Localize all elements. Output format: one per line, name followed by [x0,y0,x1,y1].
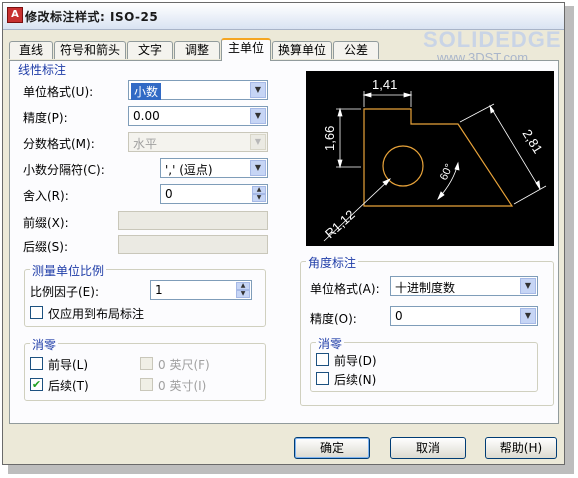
leading-zero-checkbox[interactable] [30,357,43,370]
dim-top-text: 1,41 [372,77,397,92]
trailing-zero-label: 后续(T) [48,379,89,393]
part-outline [363,108,514,207]
linear-group-title: 线性标注 [16,61,69,78]
suffix-input [118,235,268,254]
chevron-down-icon[interactable]: ▼ [250,108,266,124]
scale-factor-spinner[interactable]: 1 ▲ ▼ [150,280,252,300]
angular-unit-format-value: 十进制度数 [395,281,456,295]
trailing-zero-checkbox[interactable]: ✔ [30,378,43,391]
leading-zero-label: 前导(L) [48,358,89,372]
window-title: 修改标注样式: ISO-25 [25,10,159,24]
unit-format-value: 小数 [131,83,162,100]
zero-feet-label: 0 英尺(F) [158,358,210,372]
checkmark-icon: ✔ [31,378,42,391]
unit-format-select[interactable]: 小数 ▼ [128,80,268,100]
dim-left-text: 1,66 [322,126,337,151]
tab-lines[interactable]: 直线 [9,41,53,59]
precision-label: 精度(P): [23,111,68,125]
ok-button[interactable]: 确定 [294,437,370,459]
dim-radius-text: R1,12 [322,207,358,241]
chevron-down-icon[interactable]: ▼ [250,82,266,98]
dimension-preview: 1,41 1,66 2,81 60° R1,12 [306,71,554,246]
angular-trailing-zero-checkbox[interactable] [316,372,329,385]
angular-precision-value: 0 [395,309,403,323]
round-off-spinner[interactable]: 0 ▲ ▼ [160,184,268,204]
angular-trailing-zero-label: 后续(N) [334,373,377,387]
spin-up-icon[interactable]: ▲ [236,282,250,290]
spin-up-icon[interactable]: ▲ [252,186,266,194]
spin-down-icon[interactable]: ▼ [252,194,266,202]
tab-panel-primary-units: 线性标注 单位格式(U): 小数 ▼ 精度(P): 0.00 ▼ 分数格式(M)… [9,60,559,424]
zero-feet-checkbox [140,357,153,370]
prefix-label: 前缀(X): [23,216,69,230]
chevron-down-icon[interactable]: ▼ [520,278,536,294]
angular-precision-label: 精度(O): [310,312,357,326]
layout-only-checkbox[interactable] [30,306,43,319]
zero-angular-group-title: 消零 [316,335,345,352]
scale-factor-value: 1 [155,283,163,297]
decimal-separator-value: ',' (逗点) [165,163,213,177]
title-bar[interactable]: A 修改标注样式: ISO-25 [3,3,564,30]
dialog-window: A 修改标注样式: ISO-25 SOLIDEDGE www.3DST.com … [2,2,565,465]
tab-text[interactable]: 文字 [127,41,173,59]
angular-unit-format-label: 单位格式(A): [310,282,380,296]
tab-alternate-units[interactable]: 换算单位 [272,41,332,59]
preview-drawing: 1,41 1,66 2,81 60° R1,12 [322,77,547,242]
autocad-app-icon: A [7,7,23,23]
preview-dimension-text: 1,41 1,66 2,81 60° R1,12 [322,77,546,241]
zero-inches-label: 0 英寸(I) [158,379,207,393]
decimal-separator-select[interactable]: ',' (逗点) ▼ [160,158,268,178]
fraction-format-value: 水平 [133,137,158,151]
suffix-label: 后缀(S): [23,240,69,254]
zero-inches-checkbox [140,378,153,391]
tab-tolerances[interactable]: 公差 [333,41,379,59]
angular-leading-zero-checkbox[interactable] [316,353,329,366]
angular-unit-format-select[interactable]: 十进制度数 ▼ [390,276,538,296]
cancel-button[interactable]: 取消 [390,437,466,459]
tab-fit[interactable]: 调整 [174,41,220,59]
precision-value: 0.00 [133,109,160,123]
angular-leading-zero-label: 前导(D) [334,354,377,368]
preview-dimension-lines [323,91,547,242]
chevron-down-icon[interactable]: ▼ [520,308,536,324]
chevron-down-icon[interactable]: ▼ [250,160,266,176]
chevron-down-icon: ▼ [250,134,266,150]
dim-angle-text: 60° [438,162,456,182]
fraction-format-label: 分数格式(M): [23,137,95,151]
layout-only-label: 仅应用到布局标注 [48,307,145,321]
tab-symbols-arrows[interactable]: 符号和箭头 [54,41,126,59]
unit-format-label: 单位格式(U): [23,85,94,99]
spin-down-icon[interactable]: ▼ [236,290,250,298]
scale-factor-label: 比例因子(E): [30,285,99,299]
round-off-value: 0 [165,187,173,201]
angular-group-title: 角度标注 [306,254,359,271]
tab-primary-units[interactable]: 主单位 [221,38,271,61]
prefix-input [118,211,268,230]
help-button[interactable]: 帮助(H) [485,437,557,459]
dim-right-text: 2,81 [519,127,545,156]
zero-linear-group-title: 消零 [30,336,59,353]
scale-group-title: 测量单位比例 [30,262,107,279]
decimal-separator-label: 小数分隔符(C): [23,163,105,177]
fraction-format-select: 水平 ▼ [128,132,268,152]
preview-geometry [363,108,514,207]
precision-select[interactable]: 0.00 ▼ [128,106,268,126]
round-off-label: 舍入(R): [23,189,69,203]
angular-precision-select[interactable]: 0 ▼ [390,306,538,326]
